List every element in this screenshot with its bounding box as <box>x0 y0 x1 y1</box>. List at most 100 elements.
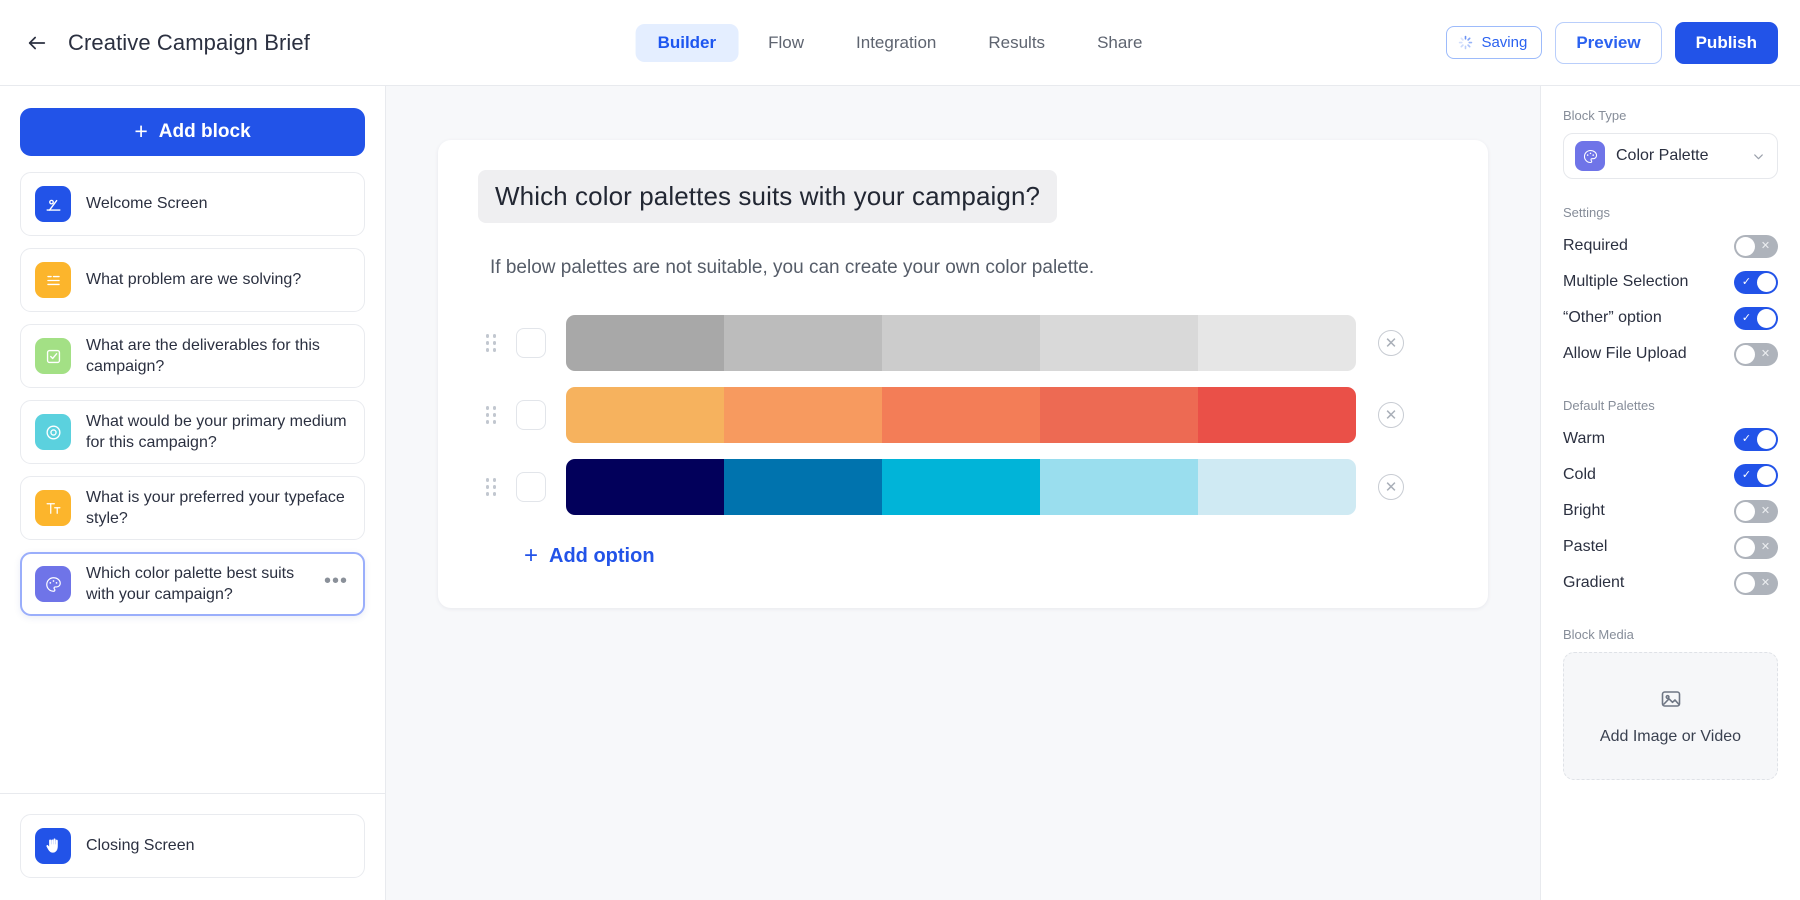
toggle-knob <box>1736 236 1755 256</box>
option-checkbox[interactable] <box>516 400 546 430</box>
main-body: + Add block Welcome Screen What problem … <box>0 86 1800 900</box>
toggle-palette-warm[interactable]: ✓ <box>1734 427 1778 451</box>
toggle-knob <box>1736 344 1755 364</box>
remove-option-button[interactable]: ✕ <box>1378 330 1404 356</box>
tab-results[interactable]: Results <box>966 24 1067 62</box>
sidebar-item-menu-button[interactable]: ••• <box>322 571 350 598</box>
swatch <box>566 387 724 443</box>
setting-label: Required <box>1563 237 1628 254</box>
toggle-glyph: ✕ <box>1760 540 1771 553</box>
publish-button[interactable]: Publish <box>1674 21 1778 64</box>
swatch <box>1040 315 1198 371</box>
swatch <box>1198 315 1356 371</box>
toggle-glyph: ✕ <box>1760 576 1771 589</box>
canvas: Which color palettes suits with your cam… <box>386 86 1540 900</box>
toggle-other-option[interactable]: ✓ <box>1734 306 1778 330</box>
toggle-glyph: ✕ <box>1760 347 1771 360</box>
sidebar-item-label: Closing Screen <box>86 837 195 855</box>
toggle-palette-bright[interactable]: ✕ <box>1734 499 1778 523</box>
option-row-cold: ✕ <box>478 459 1448 515</box>
add-media-dropzone[interactable]: Add Image or Video <box>1563 652 1778 780</box>
main-tabs: Builder Flow Integration Results Share <box>635 23 1165 62</box>
toggle-knob <box>1757 272 1776 292</box>
palette-label: Warm <box>1563 430 1606 447</box>
chevron-down-icon <box>1751 149 1766 164</box>
tab-share[interactable]: Share <box>1075 24 1164 62</box>
toggle-glyph: ✓ <box>1741 432 1752 445</box>
app-root: Creative Campaign Brief Builder Flow Int… <box>0 0 1800 900</box>
swatch <box>1198 459 1356 515</box>
drag-handle-icon[interactable] <box>478 402 504 428</box>
palette-swatches-cold[interactable] <box>566 459 1356 515</box>
tab-builder[interactable]: Builder <box>635 23 739 62</box>
block-media-label: Block Media <box>1563 627 1634 642</box>
toggle-multiple-selection[interactable]: ✓ <box>1734 270 1778 294</box>
sidebar-item-deliverables[interactable]: What are the deliverables for this campa… <box>20 324 365 388</box>
right-panel: Block Type Color Palette Settings Requir… <box>1540 86 1800 900</box>
toggle-glyph: ✕ <box>1760 504 1771 517</box>
sidebar-footer: Closing Screen <box>0 793 385 900</box>
sidebar-item-label: What is your preferred your typeface sty… <box>86 488 345 527</box>
sidebar-item-welcome-screen[interactable]: Welcome Screen <box>20 172 365 236</box>
toggle-glyph: ✕ <box>1760 239 1771 252</box>
add-block-button[interactable]: + Add block <box>20 108 365 156</box>
sidebar-item-what-problem[interactable]: What problem are we solving? <box>20 248 365 312</box>
top-bar-actions: Saving Preview Publish <box>1446 21 1778 64</box>
tab-flow[interactable]: Flow <box>746 24 826 62</box>
palette-warm: Warm ✓ <box>1563 421 1778 457</box>
palette-label: Pastel <box>1563 538 1608 555</box>
option-checkbox[interactable] <box>516 328 546 358</box>
toggle-allow-file-upload[interactable]: ✕ <box>1734 342 1778 366</box>
block-type-value: Color Palette <box>1616 147 1709 164</box>
typeface-icon <box>35 490 71 526</box>
toggle-knob <box>1736 501 1755 521</box>
saving-label: Saving <box>1481 34 1528 51</box>
setting-label: “Other” option <box>1563 309 1662 326</box>
setting-label: Multiple Selection <box>1563 273 1689 290</box>
toggle-knob <box>1736 573 1755 593</box>
question-title[interactable]: Which color palettes suits with your cam… <box>478 170 1058 223</box>
palette-swatches-warm[interactable] <box>566 387 1356 443</box>
toggle-required[interactable]: ✕ <box>1734 234 1778 258</box>
palette-icon <box>1575 141 1605 171</box>
toggle-knob <box>1757 465 1776 485</box>
setting-other-option: “Other” option ✓ <box>1563 300 1778 336</box>
question-description[interactable]: If below palettes are not suitable, you … <box>490 257 1448 279</box>
drag-handle-icon[interactable] <box>478 330 504 356</box>
palette-label: Bright <box>1563 502 1605 519</box>
sidebar-item-label: What would be your primary medium for th… <box>86 412 347 451</box>
preview-button[interactable]: Preview <box>1555 21 1662 64</box>
remove-option-button[interactable]: ✕ <box>1378 402 1404 428</box>
tab-integration[interactable]: Integration <box>834 24 958 62</box>
toggle-palette-cold[interactable]: ✓ <box>1734 463 1778 487</box>
remove-option-button[interactable]: ✕ <box>1378 474 1404 500</box>
sidebar-item-label: What are the deliverables for this campa… <box>86 336 320 375</box>
toggle-glyph: ✓ <box>1741 468 1752 481</box>
add-option-button[interactable]: + Add option <box>524 543 655 568</box>
block-type-select[interactable]: Color Palette <box>1563 133 1778 179</box>
sidebar-item-primary-medium[interactable]: What would be your primary medium for th… <box>20 400 365 464</box>
palette-label: Cold <box>1563 466 1596 483</box>
swatch <box>566 459 724 515</box>
toggle-palette-pastel[interactable]: ✕ <box>1734 535 1778 559</box>
status-badge-saving: Saving <box>1446 26 1543 59</box>
sidebar-item-typeface[interactable]: What is your preferred your typeface sty… <box>20 476 365 540</box>
sidebar-item-label: What problem are we solving? <box>86 271 302 289</box>
long-text-icon <box>35 262 71 298</box>
palette-swatches-grey[interactable] <box>566 315 1356 371</box>
sidebar-item-color-palette[interactable]: Which color palette best suits with your… <box>20 552 365 616</box>
swatch <box>882 387 1040 443</box>
drag-handle-icon[interactable] <box>478 474 504 500</box>
settings-label: Settings <box>1563 205 1610 220</box>
sidebar-item-closing-screen[interactable]: Closing Screen <box>20 814 365 878</box>
setting-multiple-selection: Multiple Selection ✓ <box>1563 264 1778 300</box>
toggle-palette-gradient[interactable]: ✕ <box>1734 571 1778 595</box>
option-checkbox[interactable] <box>516 472 546 502</box>
toggle-glyph: ✓ <box>1741 275 1752 288</box>
arrow-left-icon[interactable] <box>22 28 52 58</box>
swatch <box>724 315 882 371</box>
setting-allow-file-upload: Allow File Upload ✕ <box>1563 336 1778 372</box>
swatch <box>1198 387 1356 443</box>
palette-pastel: Pastel ✕ <box>1563 529 1778 565</box>
